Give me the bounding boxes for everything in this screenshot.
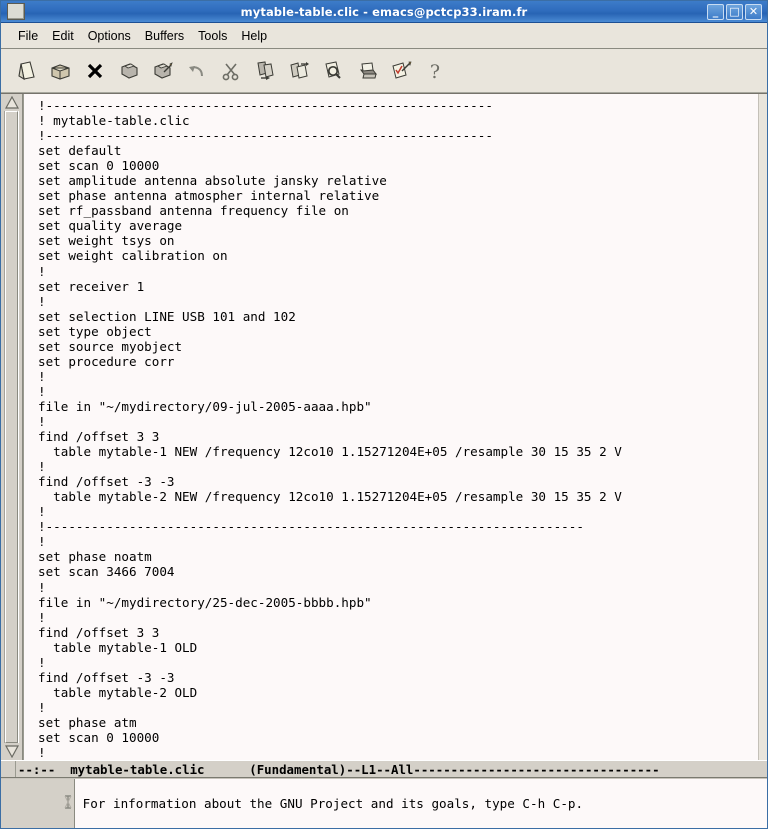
left-fringe (23, 94, 34, 760)
paste-button[interactable] (283, 55, 315, 87)
maximize-button[interactable]: □ (726, 3, 743, 20)
svg-text:?: ? (430, 61, 440, 83)
toolbar: ? (1, 49, 767, 93)
menu-item-tools[interactable]: Tools (191, 27, 234, 45)
print-button[interactable] (351, 55, 383, 87)
cut-button[interactable] (215, 55, 247, 87)
open-folder-icon (49, 59, 73, 83)
copy-button[interactable] (249, 55, 281, 87)
buffer-contents[interactable]: !---------------------------------------… (38, 98, 758, 760)
close-button[interactable]: ✕ (745, 3, 762, 20)
editor-area: !---------------------------------------… (1, 93, 767, 760)
minibuffer[interactable]: For information about the GNU Project an… (1, 778, 767, 828)
menu-item-buffers[interactable]: Buffers (138, 27, 191, 45)
menu-item-edit[interactable]: Edit (45, 27, 81, 45)
close-buffer-icon (83, 59, 107, 83)
spellcheck-button[interactable] (385, 55, 417, 87)
window-controls: _ □ ✕ (707, 3, 764, 20)
print-icon (355, 59, 379, 83)
window-title: mytable-table.clic - emacs@pctcp33.iram.… (240, 4, 528, 19)
scrollbar-trough[interactable] (4, 111, 19, 743)
menu-item-help[interactable]: Help (234, 27, 274, 45)
vertical-scrollbar[interactable] (1, 94, 23, 760)
spellcheck-icon (389, 59, 413, 83)
menu-item-file[interactable]: File (11, 27, 45, 45)
save-as-icon (151, 59, 175, 83)
new-file-icon (15, 59, 39, 83)
buffer-text-area[interactable]: !---------------------------------------… (34, 94, 758, 760)
cut-scissors-icon (219, 59, 243, 83)
menu-item-options[interactable]: Options (81, 27, 138, 45)
paste-icon (287, 59, 311, 83)
save-as-button[interactable] (147, 55, 179, 87)
undo-icon (185, 59, 209, 83)
help-icon: ? (423, 59, 447, 83)
ibeam-cursor-icon (1, 779, 74, 828)
search-button[interactable] (317, 55, 349, 87)
new-file-button[interactable] (11, 55, 43, 87)
window-icon (7, 3, 25, 20)
menubar: File Edit Options Buffers Tools Help (1, 23, 767, 49)
titlebar[interactable]: mytable-table.clic - emacs@pctcp33.iram.… (1, 1, 767, 23)
undo-button[interactable] (181, 55, 213, 87)
save-button[interactable] (113, 55, 145, 87)
open-file-button[interactable] (45, 55, 77, 87)
emacs-window: mytable-table.clic - emacs@pctcp33.iram.… (0, 0, 768, 829)
minibuffer-fringe (1, 779, 75, 828)
copy-icon (253, 59, 277, 83)
minibuffer-message: For information about the GNU Project an… (82, 796, 584, 811)
modeline-text: --:-- mytable-table.clic (Fundamental)--… (18, 761, 660, 777)
search-icon (321, 59, 345, 83)
right-fringe (758, 94, 767, 760)
minimize-button[interactable]: _ (707, 3, 724, 20)
save-icon (117, 59, 141, 83)
help-button[interactable]: ? (419, 55, 451, 87)
modeline-corner (1, 761, 16, 777)
scroll-up-arrow-icon[interactable] (2, 95, 21, 110)
close-buffer-button[interactable] (79, 55, 111, 87)
scroll-down-arrow-icon[interactable] (2, 744, 21, 759)
modeline: --:-- mytable-table.clic (Fundamental)--… (1, 760, 767, 778)
scrollbar-thumb[interactable] (5, 111, 18, 743)
